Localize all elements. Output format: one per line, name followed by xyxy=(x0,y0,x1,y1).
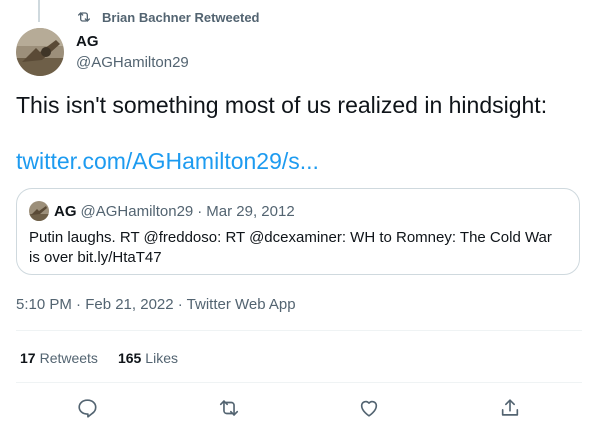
retweet-icon xyxy=(218,397,240,419)
like-button[interactable] xyxy=(352,394,386,422)
tweet-stats: 17 Retweets 165 Likes xyxy=(20,350,178,366)
reply-icon xyxy=(76,397,98,419)
likes-count: 165 xyxy=(117,350,142,366)
likes-label: Likes xyxy=(145,350,178,366)
retweets-stat[interactable]: 17 Retweets xyxy=(20,350,98,366)
likes-stat[interactable]: 165 Likes xyxy=(118,350,178,366)
retweeted-by-text[interactable]: Brian Bachner Retweeted xyxy=(102,10,260,25)
quoted-date: Mar 29, 2012 xyxy=(206,202,295,220)
retweeted-by-bar: Brian Bachner Retweeted xyxy=(76,8,260,26)
author-avatar[interactable] xyxy=(16,28,64,76)
divider xyxy=(16,330,582,331)
quoted-author-name: AG xyxy=(54,202,77,220)
quoted-author-avatar xyxy=(29,201,49,221)
quoted-tweet-text: Putin laughs. RT @freddoso: RT @dcexamin… xyxy=(29,229,552,266)
quoted-separator: · xyxy=(197,202,203,220)
share-button[interactable] xyxy=(493,394,527,422)
tweet-text: This isn't something most of us realized… xyxy=(16,92,548,118)
author-name[interactable]: AG xyxy=(76,33,99,50)
quoted-author-handle: @AGHamilton29 xyxy=(80,202,194,220)
retweet-icon xyxy=(76,9,92,25)
like-icon xyxy=(358,397,380,419)
tweet-link[interactable]: twitter.com/AGHamilton29/s... xyxy=(16,148,319,175)
author-handle[interactable]: @AGHamilton29 xyxy=(76,54,189,71)
action-bar xyxy=(16,394,582,422)
retweet-button[interactable] xyxy=(212,394,246,422)
reply-button[interactable] xyxy=(70,394,104,422)
quoted-tweet-header: AG @AGHamilton29 · Mar 29, 2012 xyxy=(29,201,295,221)
retweets-label: Retweets xyxy=(39,350,98,366)
thread-connector-line xyxy=(38,0,40,22)
divider xyxy=(16,382,582,383)
tweet-timestamp[interactable]: 5:10 PM · Feb 21, 2022 · Twitter Web App xyxy=(16,296,296,313)
share-icon xyxy=(499,397,521,419)
quoted-tweet[interactable]: AG @AGHamilton29 · Mar 29, 2012 Putin la… xyxy=(16,188,580,275)
retweets-count: 17 xyxy=(20,350,36,366)
